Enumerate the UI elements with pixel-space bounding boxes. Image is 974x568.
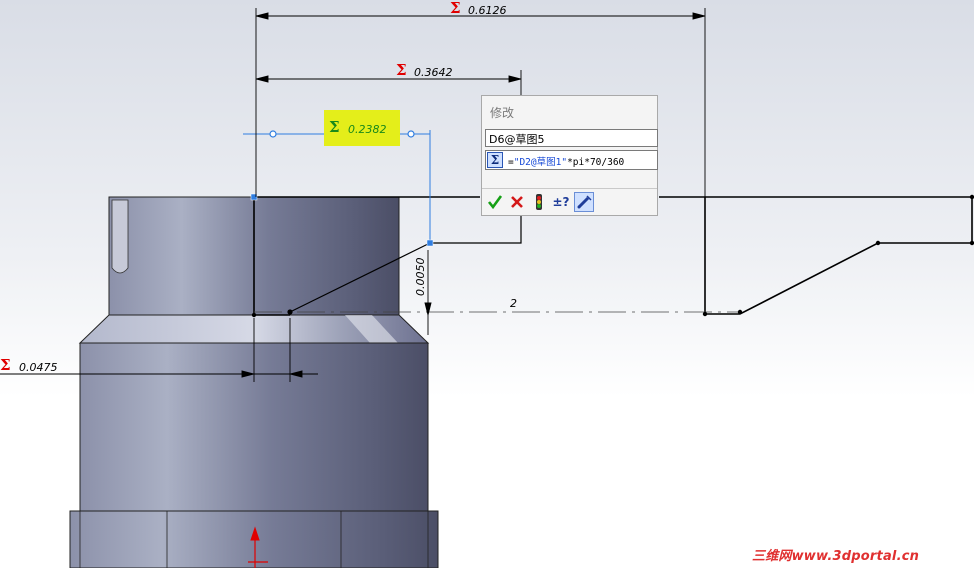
svg-text:0.0050: 0.0050: [414, 258, 427, 297]
sigma-icon: Σ: [396, 61, 407, 79]
equation-input[interactable]: Σ ="D2@草图1"*pi*70/360: [485, 150, 658, 170]
cad-canvas[interactable]: Σ 0.6126 Σ 0.3642 Σ 0.2382 Σ 0.0475 0.00…: [0, 0, 974, 568]
dim-mid-width[interactable]: Σ 0.3642: [396, 61, 453, 79]
traffic-light-icon: [536, 194, 542, 210]
dimension-name-field[interactable]: D6@草图5: [485, 129, 658, 147]
svg-text:0.2382: 0.2382: [348, 123, 387, 136]
modify-dimension-dialog[interactable]: 修改 D6@草图5 Σ ="D2@草图1"*pi*70/360 ±?: [481, 95, 658, 216]
sigma-icon: Σ: [329, 118, 340, 136]
svg-text:0.0475: 0.0475: [19, 361, 58, 374]
equation-reference: "D2@草图1": [513, 157, 568, 168]
cancel-button[interactable]: [507, 192, 527, 212]
equation-text[interactable]: ="D2@草图1"*pi*70/360: [508, 154, 624, 168]
dim-vertical-height[interactable]: 0.0050: [414, 258, 427, 297]
slot-cut: [111, 199, 129, 274]
dim-selected-width[interactable]: Σ 0.2382: [324, 110, 400, 146]
dialog-divider: [482, 188, 657, 189]
x-icon: [511, 196, 523, 208]
checkmark-icon: [487, 195, 503, 210]
svg-text:0.3642: 0.3642: [414, 66, 453, 79]
sigma-icon: Σ: [0, 356, 11, 374]
dim-overall-width[interactable]: Σ 0.6126: [450, 0, 507, 17]
dim-left-offset[interactable]: Σ 0.0475: [0, 356, 58, 374]
graphics-viewport[interactable]: Σ 0.6126 Σ 0.3642 Σ 0.2382 Σ 0.0475 0.00…: [0, 0, 974, 568]
sketch-right-profile: [704, 196, 973, 315]
sketch-step: [430, 216, 522, 244]
rebuild-button[interactable]: [529, 192, 549, 212]
equation-suffix: *pi*70/360: [567, 157, 625, 168]
sigma-equation-button[interactable]: Σ: [487, 152, 503, 168]
pencil-mark-icon: [577, 195, 592, 209]
svg-text:0.6126: 0.6126: [468, 4, 507, 17]
dialog-toolbar: ±?: [485, 192, 605, 212]
reverse-sense-button[interactable]: ±?: [551, 192, 571, 212]
sigma-icon: Σ: [450, 0, 461, 17]
dim-angle-label[interactable]: 2: [510, 297, 517, 310]
dialog-title: 修改: [490, 106, 515, 120]
mark-dimension-button[interactable]: [574, 192, 594, 212]
ok-button[interactable]: [485, 192, 505, 212]
watermark: 三维网www.3dportal.cn: [752, 549, 920, 564]
